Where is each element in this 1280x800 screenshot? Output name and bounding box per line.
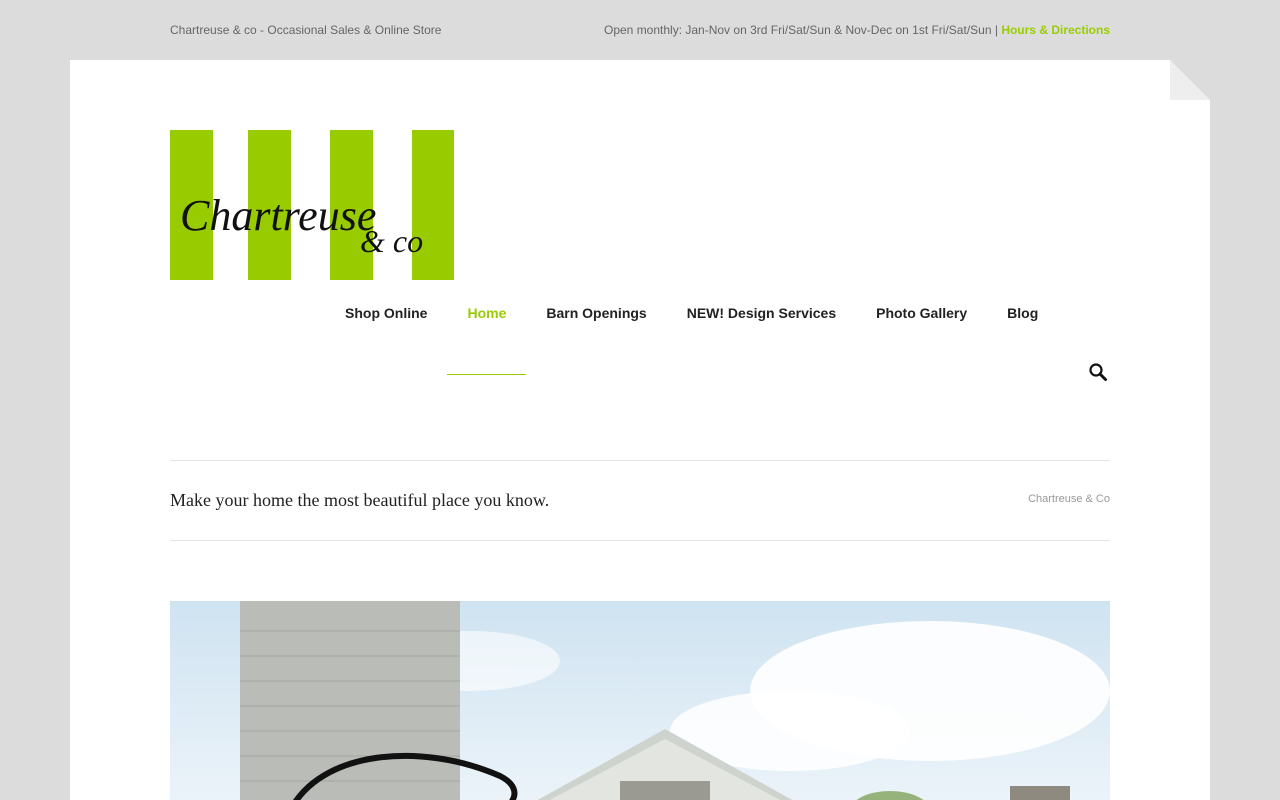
- nav-barn-openings[interactable]: Barn Openings: [526, 305, 666, 375]
- search-button[interactable]: [1088, 362, 1108, 382]
- nav-shop-online[interactable]: Shop Online: [325, 305, 447, 375]
- tagline-bar: Make your home the most beautiful place …: [170, 460, 1110, 541]
- site-logo[interactable]: Chartreuse & co: [170, 130, 454, 280]
- nav-design-services[interactable]: NEW! Design Services: [667, 305, 856, 375]
- hero-image: [170, 601, 1110, 800]
- page-corner-fold: [1170, 60, 1210, 100]
- nav-home[interactable]: Home: [447, 305, 527, 375]
- main-nav: Shop Online Home Barn Openings NEW! Desi…: [325, 305, 1058, 375]
- nav-blog[interactable]: Blog: [987, 305, 1058, 375]
- hours-directions-link[interactable]: Hours & Directions: [1001, 23, 1110, 37]
- logo-word-main: Chartreuse: [180, 191, 376, 240]
- top-bar: Chartreuse & co - Occasional Sales & Onl…: [170, 0, 1110, 60]
- page-container: Chartreuse & co Shop Online Home Barn Op…: [70, 60, 1210, 800]
- breadcrumb[interactable]: Chartreuse & Co: [1028, 493, 1110, 505]
- page-tagline: Make your home the most beautiful place …: [170, 490, 550, 510]
- nav-photo-gallery[interactable]: Photo Gallery: [856, 305, 987, 375]
- logo-word-co: & co: [360, 223, 423, 259]
- hours-text: Open monthly: Jan-Nov on 3rd Fri/Sat/Sun…: [604, 23, 998, 37]
- site-description: Chartreuse & co - Occasional Sales & Onl…: [170, 23, 442, 37]
- search-icon: [1089, 363, 1107, 381]
- hours-info: Open monthly: Jan-Nov on 3rd Fri/Sat/Sun…: [604, 23, 1110, 37]
